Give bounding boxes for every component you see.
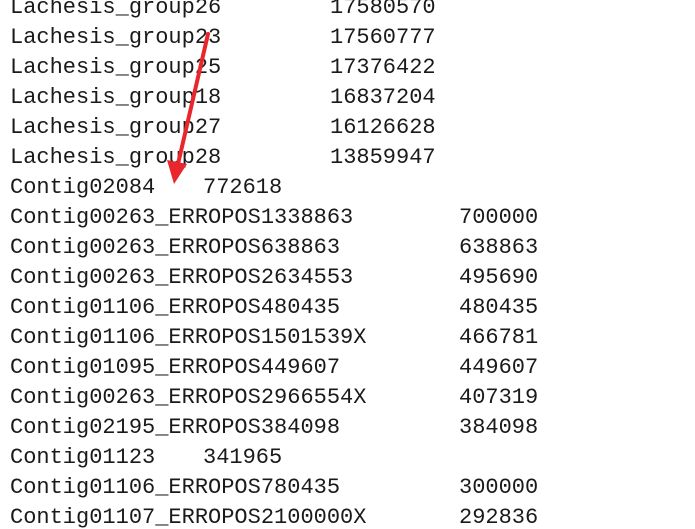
sequence-name: Contig01095_ERROPOS449607 [10, 355, 341, 380]
sequence-name: Lachesis_group18 [10, 85, 222, 110]
text-line: Lachesis_group25 17376422 [10, 53, 538, 83]
sequence-length: 341965 [203, 445, 283, 470]
text-line: Lachesis_group28 13859947 [10, 143, 538, 173]
sequence-name: Contig00263_ERROPOS638863 [10, 235, 341, 260]
text-line: Lachesis_group23 17560777 [10, 23, 538, 53]
sequence-name: Contig01123 [10, 445, 156, 470]
text-line: Contig01106_ERROPOS1501539X 466781 [10, 323, 538, 353]
sequence-length: 17580570 [330, 0, 436, 20]
text-line: Lachesis_group26 17580570 [10, 0, 538, 23]
sequence-length: 495690 [459, 265, 539, 290]
text-line-highlighted: Contig02084 772618 [10, 173, 538, 203]
text-line: Lachesis_group18 16837204 [10, 83, 538, 113]
sequence-name: Lachesis_group23 [10, 25, 222, 50]
sequence-name: Lachesis_group27 [10, 115, 222, 140]
sequence-length: 700000 [459, 205, 539, 230]
sequence-length: 638863 [459, 235, 539, 260]
text-line: Contig00263_ERROPOS1338863 700000 [10, 203, 538, 233]
sequence-name: Contig00263_ERROPOS2634553 [10, 265, 354, 290]
sequence-length: 772618 [203, 175, 283, 200]
sequence-length: 300000 [459, 475, 539, 500]
text-lines: Lachesis_group26 17580570 Lachesis_group2… [10, 0, 538, 529]
sequence-length: 407319 [459, 385, 539, 410]
text-line: Contig01106_ERROPOS480435 480435 [10, 293, 538, 323]
text-line: Contig00263_ERROPOS638863 638863 [10, 233, 538, 263]
sequence-length: 466781 [459, 325, 539, 350]
sequence-length: 480435 [459, 295, 539, 320]
text-line: Contig00263_ERROPOS2634553 495690 [10, 263, 538, 293]
sequence-name: Contig01106_ERROPOS480435 [10, 295, 341, 320]
sequence-length: 292836 [459, 505, 539, 529]
sequence-name: Contig00263_ERROPOS1338863 [10, 205, 354, 230]
text-line: Contig01095_ERROPOS449607 449607 [10, 353, 538, 383]
sequence-name: Contig01106_ERROPOS1501539X [10, 325, 367, 350]
sequence-name: Contig02084 [10, 175, 156, 200]
sequence-name: Contig02195_ERROPOS384098 [10, 415, 341, 440]
sequence-name: Lachesis_group25 [10, 55, 222, 80]
sequence-name: Lachesis_group28 [10, 145, 222, 170]
sequence-length: 16837204 [330, 85, 436, 110]
sequence-length: 384098 [459, 415, 539, 440]
sequence-length: 13859947 [330, 145, 436, 170]
text-line: Contig01107_ERROPOS2100000X 292836 [10, 503, 538, 529]
sequence-length: 16126628 [330, 115, 436, 140]
sequence-name: Lachesis_group26 [10, 0, 222, 20]
sequence-length: 17376422 [330, 55, 436, 80]
sequence-length: 449607 [459, 355, 539, 380]
sequence-name: Contig00263_ERROPOS2966554X [10, 385, 367, 410]
text-line: Contig01123 341965 [10, 443, 538, 473]
sequence-name: Contig01107_ERROPOS2100000X [10, 505, 367, 529]
text-line: Lachesis_group27 16126628 [10, 113, 538, 143]
text-line: Contig01106_ERROPOS780435 300000 [10, 473, 538, 503]
sequence-name: Contig01106_ERROPOS780435 [10, 475, 341, 500]
sequence-length: 17560777 [330, 25, 436, 50]
text-line: Contig00263_ERROPOS2966554X 407319 [10, 383, 538, 413]
text-line: Contig02195_ERROPOS384098 384098 [10, 413, 538, 443]
text-file-view[interactable]: Lachesis_group26 17580570 Lachesis_group2… [0, 0, 695, 529]
